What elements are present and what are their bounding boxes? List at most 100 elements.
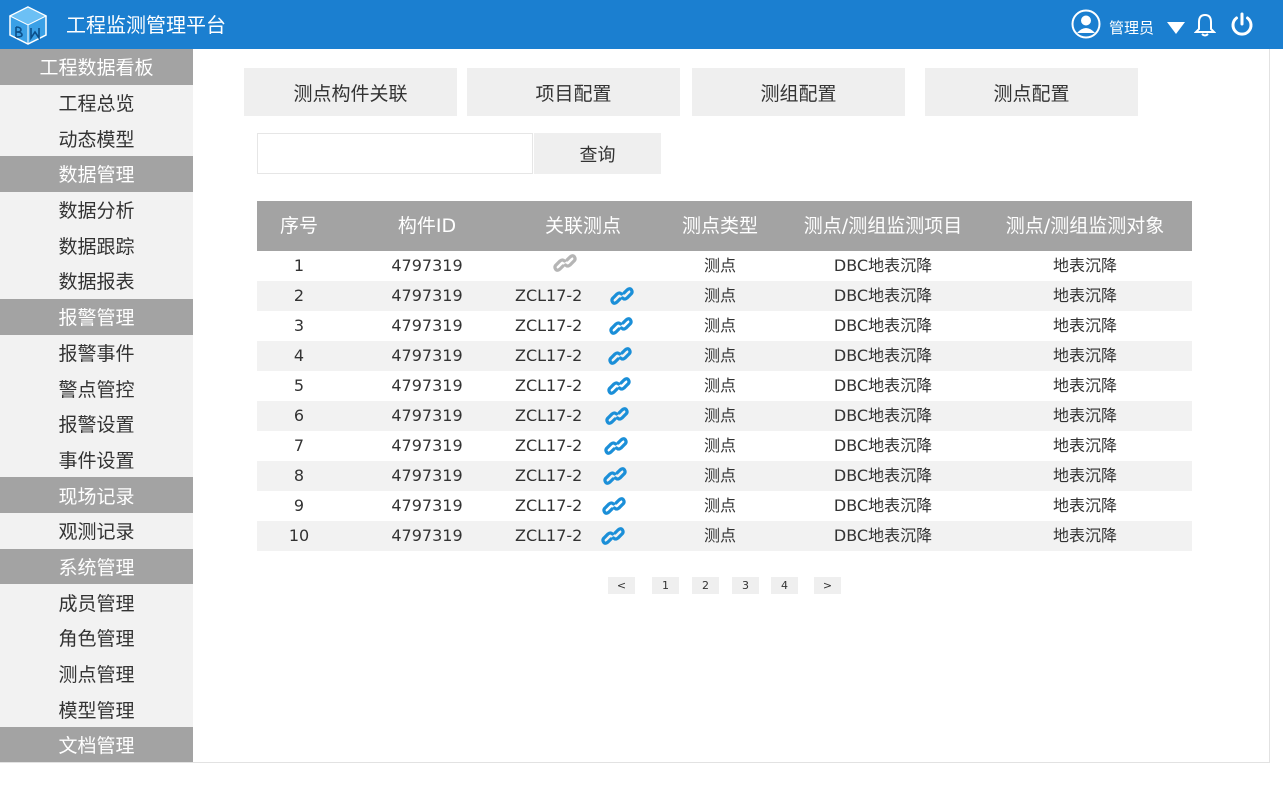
cell-point-type: 测点	[703, 496, 737, 515]
chevron-down-icon[interactable]	[1167, 22, 1185, 34]
link-icon[interactable]	[603, 465, 627, 487]
tab-group-config[interactable]: 测组配置	[692, 68, 905, 116]
cell-linked-point: ZCL17-2	[515, 526, 583, 545]
sidebar-item[interactable]: 角色管理	[0, 620, 193, 656]
sidebar-item[interactable]: 成员管理	[0, 584, 193, 620]
cell-monitor-object: 地表沉降	[1052, 496, 1118, 515]
unlinked-icon[interactable]	[553, 252, 577, 274]
sidebar-item[interactable]: 数据分析	[0, 192, 193, 228]
cell-monitor-item: DBC地表沉降	[833, 406, 933, 425]
cell-linked-point: ZCL17-2	[515, 436, 583, 455]
cell-component-id: 4797319	[391, 256, 463, 275]
link-icon[interactable]	[605, 405, 629, 427]
sidebar-group-header[interactable]: 系统管理	[0, 548, 193, 585]
sidebar-nav: 工程数据看板 工程总览 动态模型 数据管理 数据分析 数据跟踪 数据报表 报警管理 报警事件 警点…	[0, 49, 193, 763]
cell-linked-point: ZCL17-2	[515, 376, 583, 395]
cell-component-id: 4797319	[391, 496, 463, 515]
cell-monitor-object: 地表沉降	[1052, 526, 1118, 545]
table-row: 10 4797319 ZCL17-2 测点 DBC地表沉降 地表沉降	[257, 521, 1192, 551]
data-table: 序号 构件ID 关联测点 测点类型 测点/测组监测项目 测点/测组监测对象 1 4…	[257, 201, 1192, 551]
power-icon[interactable]	[1229, 12, 1255, 38]
sidebar-group-header[interactable]: 报警管理	[0, 298, 193, 335]
sidebar-item[interactable]: 模型管理	[0, 691, 193, 727]
pagination-next-button[interactable]: >	[814, 577, 841, 594]
cell-no: 8	[293, 466, 305, 485]
pagination-page-button[interactable]: 3	[732, 577, 759, 594]
sidebar-item[interactable]: 测点管理	[0, 656, 193, 692]
cell-linked-point: ZCL17-2	[515, 346, 583, 365]
link-icon[interactable]	[601, 525, 625, 547]
col-header-object: 测点/测组监测对象	[1005, 215, 1165, 237]
cell-monitor-object: 地表沉降	[1052, 466, 1118, 485]
table-row: 2 4797319 ZCL17-2 测点 DBC地表沉降 地表沉降	[257, 281, 1192, 311]
cell-no: 1	[293, 256, 305, 275]
link-icon[interactable]	[609, 315, 633, 337]
sidebar-item[interactable]: 事件设置	[0, 442, 193, 478]
pagination-prev-button[interactable]: <	[608, 577, 635, 594]
col-header-point: 关联测点	[544, 215, 622, 237]
pagination-page-button[interactable]: 1	[652, 577, 679, 594]
cell-monitor-item: DBC地表沉降	[833, 466, 933, 485]
col-header-id: 构件ID	[397, 215, 457, 237]
sidebar-group-header[interactable]: 现场记录	[0, 477, 193, 513]
sidebar-group-header[interactable]: 工程数据看板	[0, 49, 193, 85]
cell-linked-point: ZCL17-2	[515, 286, 583, 305]
cell-monitor-object: 地表沉降	[1052, 376, 1118, 395]
cell-point-type: 测点	[703, 436, 737, 455]
cell-monitor-item: DBC地表沉降	[833, 496, 933, 515]
cell-no: 4	[293, 346, 305, 365]
cell-component-id: 4797319	[391, 406, 463, 425]
cell-monitor-object: 地表沉降	[1052, 256, 1118, 275]
cell-component-id: 4797319	[391, 346, 463, 365]
top-header: 工程监测管理平台 管理员	[0, 0, 1283, 49]
link-icon[interactable]	[602, 495, 626, 517]
link-icon[interactable]	[604, 435, 628, 457]
sidebar-item[interactable]: 警点管控	[0, 370, 193, 406]
content-border-bottom	[0, 762, 1270, 763]
link-icon[interactable]	[608, 345, 632, 367]
cell-monitor-object: 地表沉降	[1052, 316, 1118, 335]
link-icon[interactable]	[610, 285, 634, 307]
tab-point-config[interactable]: 测点配置	[925, 68, 1138, 116]
link-icon[interactable]	[607, 375, 631, 397]
sidebar-group-header[interactable]: 数据管理	[0, 156, 193, 192]
app-logo-icon	[8, 6, 48, 45]
tab-project-config[interactable]: 项目配置	[467, 68, 680, 116]
search-input[interactable]	[257, 133, 533, 174]
cell-no: 9	[293, 496, 305, 515]
cell-point-type: 测点	[703, 346, 737, 365]
sidebar-item[interactable]: 数据跟踪	[0, 227, 193, 263]
cell-point-type: 测点	[703, 256, 737, 275]
user-avatar-icon[interactable]	[1071, 9, 1101, 39]
user-name[interactable]: 管理员	[1109, 18, 1154, 38]
sidebar-group-header[interactable]: 文档管理	[0, 727, 193, 763]
table-row: 6 4797319 ZCL17-2 测点 DBC地表沉降 地表沉降	[257, 401, 1192, 431]
pagination-page-button[interactable]: 4	[771, 577, 798, 594]
sidebar-item[interactable]: 数据报表	[0, 263, 193, 299]
table-row: 1 4797319 测点 DBC地表沉降 地表沉降	[257, 251, 1192, 281]
bell-icon[interactable]	[1194, 13, 1216, 37]
cell-monitor-item: DBC地表沉降	[833, 256, 933, 275]
table-row: 5 4797319 ZCL17-2 测点 DBC地表沉降 地表沉降	[257, 371, 1192, 401]
sidebar-item[interactable]: 动态模型	[0, 120, 193, 156]
cell-component-id: 4797319	[391, 526, 463, 545]
pagination-page-button[interactable]: 2	[692, 577, 719, 594]
sidebar-item[interactable]: 报警事件	[0, 335, 193, 371]
sidebar-item[interactable]: 工程总览	[0, 85, 193, 121]
cell-point-type: 测点	[703, 376, 737, 395]
col-header-item: 测点/测组监测项目	[803, 215, 963, 237]
cell-component-id: 4797319	[391, 286, 463, 305]
cell-no: 10	[288, 526, 310, 545]
table-row: 3 4797319 ZCL17-2 测点 DBC地表沉降 地表沉降	[257, 311, 1192, 341]
cell-component-id: 4797319	[391, 376, 463, 395]
sidebar-item[interactable]: 报警设置	[0, 406, 193, 442]
search-button[interactable]: 查询	[534, 133, 661, 174]
cell-point-type: 测点	[703, 466, 737, 485]
cell-no: 5	[293, 376, 305, 395]
sidebar-item[interactable]: 观测记录	[0, 513, 193, 549]
cell-no: 7	[293, 436, 305, 455]
cell-linked-point: ZCL17-2	[515, 496, 583, 515]
cell-component-id: 4797319	[391, 436, 463, 455]
tab-point-component-link[interactable]: 测点构件关联	[244, 68, 457, 116]
cell-point-type: 测点	[703, 286, 737, 305]
